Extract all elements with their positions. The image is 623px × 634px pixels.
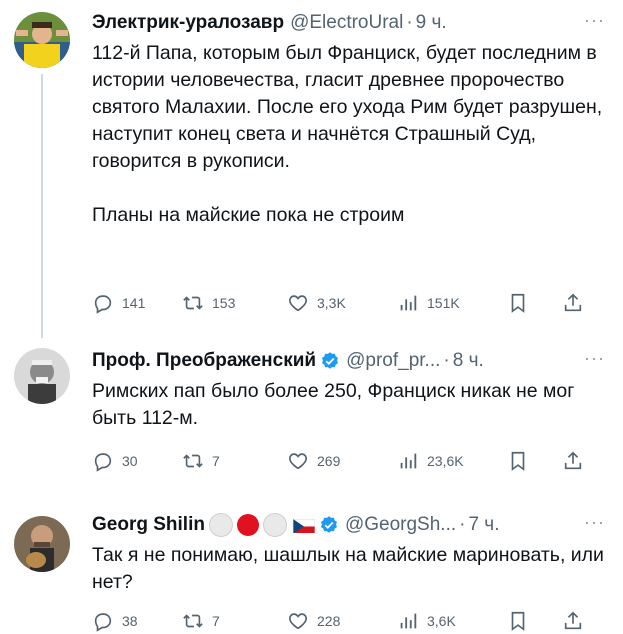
share-button[interactable] [562,610,592,632]
timestamp[interactable]: 7 ч. [468,514,499,536]
bookmark-button[interactable] [507,610,562,632]
views-button[interactable]: 151K [397,292,507,314]
tweet-1[interactable]: Электрик-уралозавр @ElectroUral · 9 ч. ·… [0,0,623,338]
more-options-icon[interactable]: ··· [584,348,605,369]
author-name[interactable]: Georg Shilin [92,514,205,536]
separator-dot: · [459,514,466,535]
retweet-button[interactable]: 7 [182,450,287,472]
czech-flag-icon [292,518,315,533]
reply-button[interactable]: 141 [92,292,182,314]
timestamp[interactable]: 9 ч. [416,12,447,34]
share-icon [564,293,582,312]
bookmark-icon [511,293,525,313]
tweet-2[interactable]: Проф. Преображенский @prof_pr... · 8 ч. … [0,338,623,488]
views-icon [400,613,417,629]
tweet-text: Так я не понимаю, шашлык на майские мари… [92,544,604,593]
retweet-count: 153 [212,295,236,311]
more-options-icon[interactable]: ··· [584,512,605,533]
verified-badge-icon [320,516,337,533]
views-button[interactable]: 23,6K [397,450,507,472]
views-count: 23,6K [427,453,464,469]
author-handle[interactable]: @GeorgSh... [345,514,456,536]
bookmark-button[interactable] [507,450,562,472]
retweet-button[interactable]: 7 [182,610,287,632]
thread-line [41,74,43,338]
share-icon [564,611,582,630]
separator-dot: · [406,12,413,33]
author-name[interactable]: Электрик-уралозавр [92,12,284,34]
retweet-icon [183,614,203,628]
share-button[interactable] [562,450,592,472]
share-button[interactable] [562,292,592,314]
like-icon [289,453,307,470]
reply-button[interactable]: 38 [92,610,182,632]
views-icon [400,295,417,311]
bookmark-button[interactable] [507,292,562,314]
like-button[interactable]: 228 [287,610,397,632]
views-count: 151K [427,295,460,311]
avatar[interactable] [14,516,70,572]
tweet-text: 112-й Папа, которым был Франциск, будет … [92,42,603,226]
timestamp[interactable]: 8 ч. [453,350,484,372]
verified-badge-icon [322,352,339,369]
reply-icon [94,295,112,314]
like-icon [289,295,307,312]
retweet-button[interactable]: 153 [182,292,287,314]
reply-count: 30 [122,453,138,469]
like-button[interactable]: 269 [287,450,397,472]
reply-count: 141 [122,295,146,311]
like-icon [289,613,307,630]
red-circle-icon [236,514,259,536]
author-name[interactable]: Проф. Преображенский [92,350,316,372]
tweet-3[interactable]: Georg Shilin @GeorgSh... · 7 ч. ··· Так … [0,490,623,632]
bookmark-icon [511,451,525,471]
tweet-text: Римских пап было более 250, Франциск ник… [92,380,575,429]
retweet-count: 7 [212,453,220,469]
avatar[interactable] [14,12,70,68]
white-circle-icon [262,513,287,537]
separator-dot: · [443,350,450,371]
author-handle[interactable]: @prof_pr... [346,350,440,372]
avatar[interactable] [14,348,70,404]
bookmark-icon [511,611,525,631]
reply-icon [94,453,112,472]
like-count: 3,3K [317,295,346,311]
like-button[interactable]: 3,3K [287,292,397,314]
reply-button[interactable]: 30 [92,450,182,472]
views-icon [400,453,417,469]
author-handle[interactable]: @ElectroUral [290,12,403,34]
retweet-icon [183,454,203,468]
more-options-icon[interactable]: ··· [584,10,605,31]
white-circle-icon [208,513,233,537]
like-count: 269 [317,453,341,469]
views-button[interactable]: 3,6K [397,610,507,632]
retweet-icon [183,296,203,310]
share-icon [564,451,582,470]
reply-icon [94,613,112,632]
